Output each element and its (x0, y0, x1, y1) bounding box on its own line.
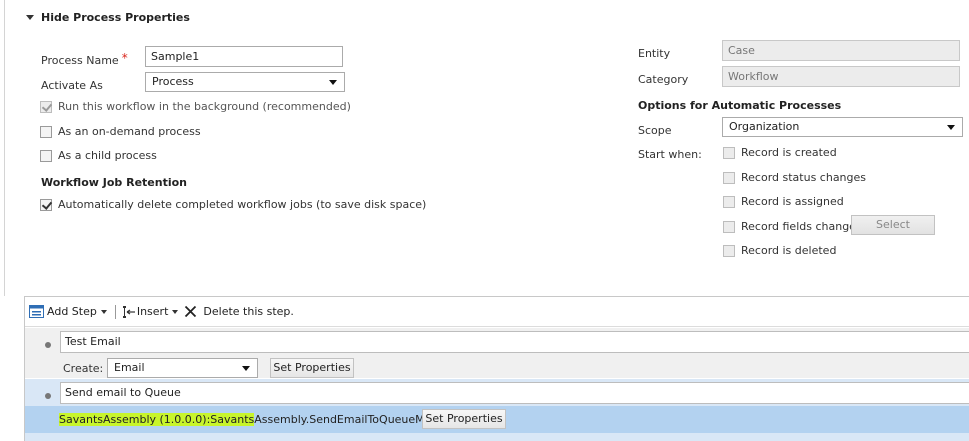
category-field: Workflow (722, 66, 960, 87)
section-title: Hide Process Properties (41, 11, 190, 24)
step2-name-input[interactable]: Send email to Queue (60, 382, 969, 404)
step1-name-input[interactable]: Test Email (60, 331, 969, 353)
process-name-label: Process Name * (41, 51, 128, 67)
record-fields-option[interactable]: Record fields change (723, 220, 856, 233)
child-process-label: As a child process (58, 149, 157, 162)
set-properties-button[interactable]: Set Properties (270, 358, 354, 378)
activate-as-value: Process (152, 75, 194, 88)
create-label: Create: (63, 362, 104, 375)
dropdown-arrow-icon (947, 125, 955, 130)
scope-label: Scope (638, 124, 672, 137)
record-fields-checkbox[interactable] (723, 220, 735, 233)
steps-toolbar: Add Step Insert Delete this step. (25, 297, 969, 327)
add-step-label: Add Step (47, 305, 97, 318)
record-fields-label: Record fields change (741, 220, 856, 233)
scope-select[interactable]: Organization (722, 117, 963, 137)
record-status-checkbox[interactable] (723, 171, 735, 184)
activate-as-select[interactable]: Process (145, 72, 345, 92)
background-option[interactable]: Run this workflow in the background (rec… (40, 100, 351, 113)
on-demand-checkbox[interactable] (40, 125, 52, 138)
delete-step-label: Delete this step. (203, 305, 294, 318)
record-created-label: Record is created (741, 146, 837, 159)
insert-label: Insert (136, 305, 169, 318)
record-status-label: Record status changes (741, 171, 867, 184)
add-step-button[interactable]: Add Step (29, 305, 107, 318)
chevron-down-icon (100, 309, 107, 314)
record-assigned-option[interactable]: Record is assigned (723, 195, 844, 208)
record-deleted-checkbox[interactable] (723, 244, 735, 257)
background-label: Run this workflow in the background (rec… (58, 100, 351, 113)
category-label: Category (638, 73, 689, 86)
create-entity-value: Email (114, 361, 145, 374)
insert-button[interactable]: Insert (122, 305, 179, 319)
record-deleted-label: Record is deleted (741, 244, 837, 257)
auto-delete-label: Automatically delete completed workflow … (58, 198, 427, 211)
background-checkbox[interactable] (40, 100, 52, 113)
process-name-input[interactable]: Sample1 (145, 46, 343, 67)
record-created-checkbox[interactable] (723, 146, 735, 159)
auto-delete-checkbox[interactable] (40, 198, 52, 211)
scope-value: Organization (729, 120, 800, 133)
assembly-highlight: SavantsAssembly (1.0.0.0):Savants (59, 413, 255, 426)
step-send-email-to-queue[interactable]: Send email to Queue SavantsAssembly (1.0… (25, 379, 969, 441)
record-status-option[interactable]: Record status changes (723, 171, 866, 184)
delete-step-button[interactable]: Delete this step. (184, 305, 294, 318)
delete-x-icon (185, 305, 197, 318)
activate-as-label: Activate As (41, 79, 103, 92)
dropdown-arrow-icon (242, 366, 250, 371)
step-bullet-icon (45, 393, 51, 399)
record-assigned-label: Record is assigned (741, 195, 844, 208)
retention-title: Workflow Job Retention (41, 176, 187, 189)
record-deleted-option[interactable]: Record is deleted (723, 244, 836, 257)
collapse-triangle-icon (26, 15, 34, 20)
child-process-checkbox[interactable] (40, 149, 52, 162)
set-properties-button-2[interactable]: Set Properties (422, 409, 506, 429)
step-test-email[interactable]: Test Email Create: Email Set Properties (25, 328, 969, 378)
chevron-down-icon (172, 309, 179, 314)
entity-field: Case (722, 40, 960, 61)
hide-process-properties-toggle[interactable]: Hide Process Properties (26, 11, 190, 24)
create-entity-select[interactable]: Email (107, 358, 258, 378)
child-process-option[interactable]: As a child process (40, 149, 157, 162)
required-marker: * (121, 51, 128, 65)
steps-editor: Add Step Insert Delete this step. Test E… (24, 296, 969, 441)
toolbar-divider (114, 304, 116, 319)
process-name-label-text: Process Name (41, 54, 119, 67)
step-bullet-icon (45, 342, 51, 348)
record-assigned-checkbox[interactable] (723, 195, 735, 208)
left-border (4, 0, 5, 296)
entity-label: Entity (638, 47, 671, 60)
start-when-label: Start when: (638, 148, 702, 161)
record-created-option[interactable]: Record is created (723, 146, 837, 159)
on-demand-option[interactable]: As an on-demand process (40, 125, 201, 138)
select-fields-button[interactable]: Select (851, 215, 935, 235)
custom-activity-name: SavantsAssembly (1.0.0.0):SavantsAssembl… (59, 413, 460, 426)
dropdown-arrow-icon (329, 80, 337, 85)
insert-icon (122, 305, 135, 318)
on-demand-label: As an on-demand process (58, 125, 201, 138)
options-title: Options for Automatic Processes (638, 99, 842, 112)
auto-delete-option[interactable]: Automatically delete completed workflow … (40, 198, 426, 211)
add-step-icon (29, 305, 44, 318)
